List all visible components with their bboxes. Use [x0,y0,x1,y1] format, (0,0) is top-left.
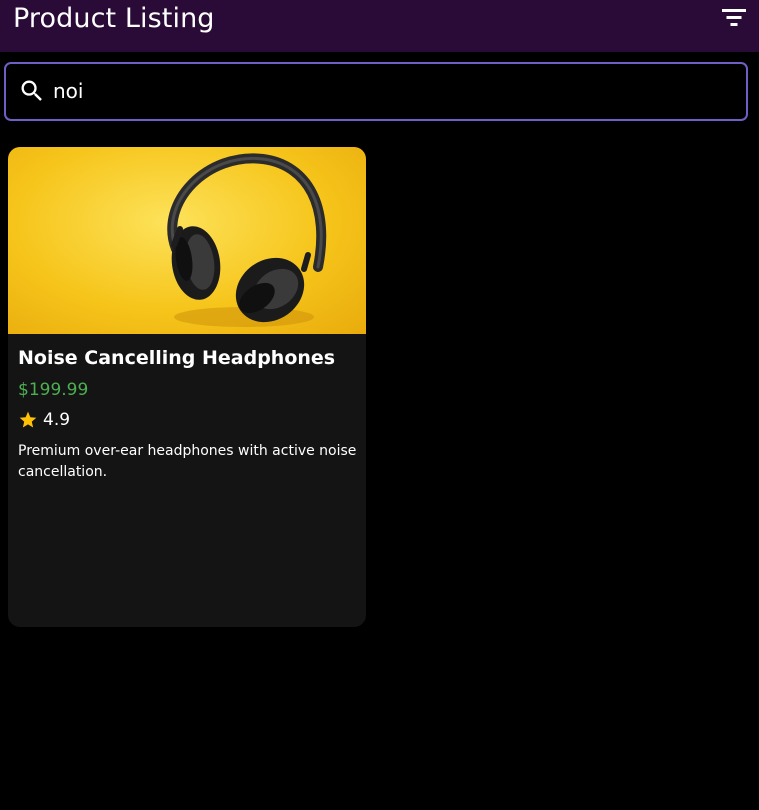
app-bar: Product Listing [0,0,759,52]
page-title: Product Listing [13,3,215,34]
rating-value: 4.9 [43,410,71,430]
product-card[interactable]: Noise Cancelling Headphones $199.99 4.9 … [8,147,366,627]
filter-button[interactable] [718,4,750,32]
star-icon [19,411,37,428]
search-bar[interactable] [4,62,748,121]
product-name: Noise Cancelling Headphones [18,347,336,369]
filter-list-icon [722,9,746,26]
headphones-photo [167,153,327,327]
search-icon [21,80,42,101]
app-root: Product Listing noi Noise Cancelling Hea… [0,0,759,810]
product-description: Premium over-ear headphones with active … [18,443,357,480]
product-image [8,147,366,334]
product-price: $199.99 [18,380,89,400]
search-input[interactable] [53,72,733,110]
